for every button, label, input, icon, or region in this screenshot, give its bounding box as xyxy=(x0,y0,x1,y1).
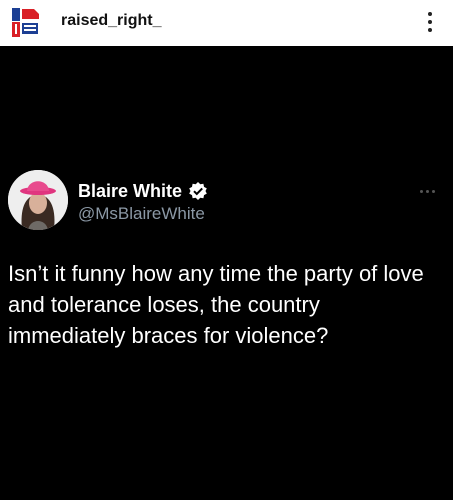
avatar[interactable] xyxy=(8,170,68,230)
account-name[interactable]: raised_right_ xyxy=(61,12,161,30)
display-name[interactable]: Blaire White xyxy=(78,181,182,202)
handle[interactable]: @MsBlaireWhite xyxy=(78,204,205,224)
post-header: raised_right_ xyxy=(0,0,453,46)
raised-right-logo-icon[interactable] xyxy=(10,5,50,41)
verified-badge-icon xyxy=(189,182,207,200)
more-vertical-icon[interactable] xyxy=(420,8,440,36)
more-horizontal-icon[interactable] xyxy=(418,188,438,196)
tweet-text: Isn’t it funny how any time the party of… xyxy=(8,261,424,348)
display-name-row: Blaire White xyxy=(78,180,208,202)
